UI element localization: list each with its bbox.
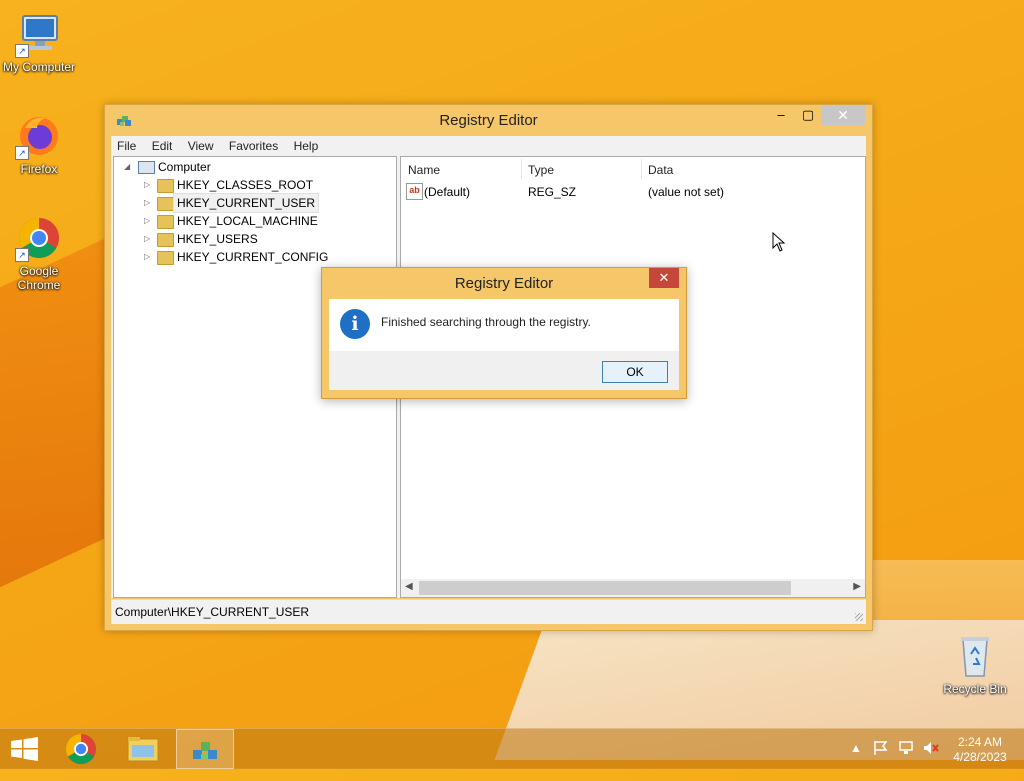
value-name: (Default) [424,185,471,199]
info-icon: i [340,309,370,339]
folder-icon [157,197,174,211]
shortcut-arrow-icon: ↗ [15,146,29,160]
menu-view[interactable]: View [182,136,220,153]
tree-item-label: HKEY_CLASSES_ROOT [177,178,314,192]
shortcut-arrow-icon: ↗ [15,248,29,262]
folder-icon [157,215,174,229]
clock-date: 4/28/2023 [953,750,1007,764]
horizontal-scrollbar[interactable]: ◀ ▶ [401,579,865,597]
registry-editor-icon [193,742,217,760]
expand-arrow-icon[interactable]: ▷ [144,176,150,194]
desktop-icon-label: My Computer [2,60,76,74]
dialog-message: Finished searching through the registry. [381,315,591,329]
value-data: (value not set) [648,185,725,199]
file-explorer-icon [127,737,159,762]
menu-favorites[interactable]: Favorites [223,136,284,153]
tree-item-label: HKEY_CURRENT_CONFIG [177,250,329,264]
dialog-footer: OK [329,351,679,390]
window-title: Registry Editor [439,112,538,129]
desktop-icon-recycle-bin[interactable]: Recycle Bin [936,632,1014,696]
desktop-icon-label: Firefox [20,162,58,176]
desktop-icon-google-chrome[interactable]: ↗ Google Chrome [0,214,78,292]
expand-arrow-icon[interactable]: ▷ [144,248,150,266]
taskbar-chrome[interactable] [52,729,110,769]
network-icon[interactable] [898,740,914,780]
dialog-body: i Finished searching through the registr… [329,299,679,351]
column-header-name[interactable]: Name [408,163,440,177]
minimize-button[interactable]: – [768,105,794,125]
chrome-icon [65,734,96,765]
menu-bar: File Edit View Favorites Help [111,136,866,156]
folder-icon [157,233,174,247]
dialog-title: Registry Editor [454,275,554,292]
show-hidden-icons-button[interactable]: ▲ [850,741,862,781]
system-clock[interactable]: 2:24 AM 4/28/2023 [946,735,1014,765]
menu-help[interactable]: Help [288,136,325,153]
column-header-type[interactable]: Type [528,163,554,177]
shortcut-arrow-icon: ↗ [15,44,29,58]
close-button[interactable]: ✕ [821,105,865,125]
tree-item-label: Computer [158,160,211,174]
folder-icon [157,179,174,193]
tree-item-label: HKEY_LOCAL_MACHINE [177,214,318,228]
desktop-icon-firefox[interactable]: ↗ Firefox [0,112,78,176]
mouse-cursor-icon [772,232,786,252]
chrome-icon: ↗ [15,214,63,262]
firefox-icon: ↗ [15,112,63,160]
status-bar: Computer\HKEY_CURRENT_USER [111,599,866,624]
computer-icon: ↗ [15,10,63,58]
expand-arrow-icon[interactable]: ▷ [144,194,150,212]
message-dialog: Registry Editor ✕ i Finished searching t… [321,267,687,399]
taskbar: ▲ 2:24 AM 4/28/2023 [0,728,1024,769]
volume-muted-icon[interactable] [922,740,940,780]
scroll-left-arrow-icon[interactable]: ◀ [405,581,413,592]
desktop-icon-label: Google Chrome [17,264,61,292]
string-value-icon: ab [406,183,423,200]
status-path: Computer\HKEY_CURRENT_USER [115,605,310,619]
desktop-icon-my-computer[interactable]: ↗ My Computer [0,10,78,74]
value-type: REG_SZ [528,185,577,199]
start-button[interactable] [0,729,58,769]
expand-arrow-icon[interactable]: ▷ [144,230,150,248]
folder-icon [157,251,174,265]
computer-icon [138,161,155,174]
tree-item-label: HKEY_CURRENT_USER [172,193,320,213]
menu-file[interactable]: File [111,136,142,153]
column-header-data[interactable]: Data [648,163,673,177]
desktop-icon-label: Recycle Bin [943,682,1007,696]
clock-time: 2:24 AM [957,735,1003,749]
scroll-right-arrow-icon[interactable]: ▶ [853,581,861,592]
expand-arrow-icon[interactable]: ▷ [144,212,150,230]
dialog-close-button[interactable]: ✕ [649,268,679,288]
menu-edit[interactable]: Edit [146,136,179,153]
resize-grip-icon[interactable] [855,613,863,621]
maximize-button[interactable]: ▢ [795,105,821,125]
taskbar-registry-editor[interactable] [176,729,234,769]
scrollbar-thumb[interactable] [419,581,791,595]
ok-button[interactable]: OK [602,361,668,383]
column-divider[interactable] [521,159,522,179]
recycle-bin-icon [951,632,999,680]
column-divider[interactable] [641,159,642,179]
expand-arrow-icon[interactable]: ◢ [124,158,130,176]
title-bar[interactable]: Registry Editor – ▢ ✕ [105,105,872,135]
flag-icon[interactable] [873,740,889,780]
windows-logo-icon [11,737,38,761]
tree-item-label: HKEY_USERS [177,232,258,246]
taskbar-file-explorer[interactable] [114,729,172,769]
